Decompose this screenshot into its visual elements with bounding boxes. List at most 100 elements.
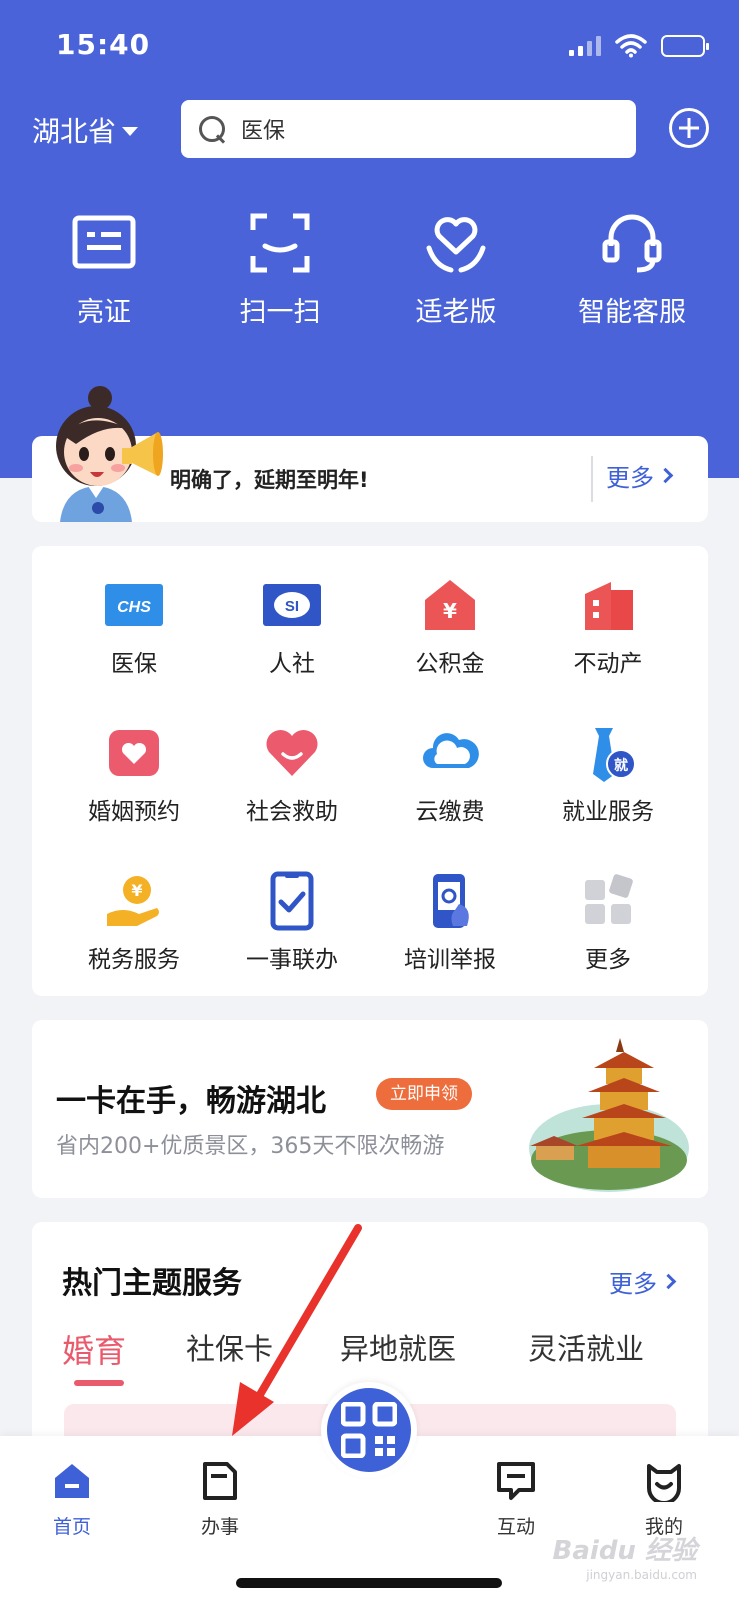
service-label: 婚姻预约 [88,799,180,825]
signal-icon [569,36,601,56]
baidu-watermark: Baidu 经验 [552,1536,697,1566]
chevron-down-icon [122,126,139,136]
service-label: 一事联办 [246,947,338,973]
battery-icon [661,35,709,57]
status-time: 15:40 [56,28,151,61]
add-button[interactable] [669,108,709,148]
region-label: 湖北省 [32,115,117,148]
service-social-security[interactable]: SI 人社 [213,574,371,678]
svg-text:就: 就 [614,757,628,774]
document-icon [203,1462,237,1500]
search-icon [197,114,227,144]
svg-text:CHS: CHS [117,599,151,616]
service-tax[interactable]: ¥ 税务服务 [55,870,213,974]
quick-action-label: 亮证 [77,297,131,328]
cloud-icon [423,733,479,768]
quick-action-label: 智能客服 [578,297,686,328]
tab-interact[interactable]: 互动 [466,1460,566,1539]
service-training-report[interactable]: 培训举报 [371,870,529,974]
quick-action-label: 扫一扫 [239,297,321,328]
service-label: 培训举报 [404,947,496,973]
service-grid-card: CHS 医保 SI 人社 ¥ 公积金 不动产 婚姻预约 社会救助 云缴费 就 就… [32,546,708,996]
notice-text: 明确了，延期至明年! [170,468,369,492]
scan-frame-icon [250,213,310,273]
service-cloud-payment[interactable]: 云缴费 [371,722,529,826]
baidu-watermark-url: jingyan.baidu.com [586,1568,697,1582]
service-grid: CHS 医保 SI 人社 ¥ 公积金 不动产 婚姻预约 社会救助 云缴费 就 就… [32,574,708,974]
housing-fund-icon: ¥ [425,580,475,630]
service-more[interactable]: 更多 [529,870,687,974]
service-real-estate[interactable]: 不动产 [529,574,687,678]
smile-icon [647,1464,681,1502]
search-placeholder: 医保 [241,119,286,144]
checklist-icon [270,871,314,931]
tab-label: 首页 [52,1516,91,1538]
tab-mine[interactable]: 我的 [614,1460,714,1539]
service-label: 医保 [111,651,157,677]
chs-icon: CHS [105,584,163,626]
quick-actions: 亮证 扫一扫 适老版 智能客服 [0,208,739,329]
tab-home[interactable]: 首页 [22,1460,122,1539]
employment-icon: 就 [593,728,636,782]
tab-label: 互动 [496,1516,535,1538]
headset-icon [602,214,662,273]
service-label: 就业服务 [562,799,654,825]
wifi-icon [615,34,647,58]
tab-label: 办事 [200,1516,239,1538]
service-label: 社会救助 [246,799,338,825]
si-icon: SI [263,584,321,626]
more-grid-icon [585,874,633,924]
notice-divider [591,456,593,502]
hot-topics-title: 热门主题服务 [62,1266,242,1301]
hot-topics-more-link[interactable]: 更多 [609,1264,677,1299]
bottom-tab-bar: 首页 办事 互动 我的 Baidu 经验 jingyan.baidu.com [0,1382,739,1600]
home-icon [55,1464,89,1498]
quick-action-scan[interactable]: 扫一扫 [192,208,368,329]
banner-title: 一卡在手，畅游湖北 [56,1084,326,1119]
tourism-card-banner[interactable]: 一卡在手，畅游湖北 立即申领 省内200+优质景区，365天不限次畅游 [32,1020,708,1198]
chevron-right-icon [657,467,674,484]
service-label: 公积金 [415,651,485,677]
svg-text:¥: ¥ [443,599,457,623]
home-indicator [236,1578,502,1588]
topic-tabs: 婚育 社保卡 异地就医 灵活就业 [62,1326,658,1372]
mascot-avatar [56,386,163,522]
qr-code-icon [341,1402,397,1458]
tab-social-security-card[interactable]: 社保卡 [186,1326,340,1372]
tab-tasks[interactable]: 办事 [170,1460,270,1539]
service-one-stop[interactable]: 一事联办 [213,870,371,974]
tab-marriage-childbirth[interactable]: 婚育 [62,1326,186,1372]
chat-icon [497,1462,535,1500]
notice-more-link[interactable]: 更多 [606,458,696,493]
service-label: 云缴费 [415,799,485,825]
id-card-icon [72,215,136,269]
real-estate-icon [585,582,633,630]
region-selector[interactable]: 湖北省 [32,110,139,150]
service-housing-fund[interactable]: ¥ 公积金 [371,574,529,678]
status-icons [569,34,709,58]
quick-action-show-id[interactable]: 亮证 [16,208,192,329]
active-tab-indicator [74,1380,124,1386]
service-label: 人社 [269,651,315,677]
service-label: 不动产 [573,651,643,677]
service-medical-insurance[interactable]: CHS 医保 [55,574,213,678]
quick-action-customer-service[interactable]: 智能客服 [544,208,720,329]
service-label: 更多 [585,947,631,973]
phone-report-icon [433,874,469,928]
heart-icon [266,729,318,776]
qr-code-button[interactable] [321,1382,417,1478]
apply-now-badge[interactable]: 立即申领 [376,1078,472,1110]
marriage-icon [109,730,159,776]
quick-action-elder-mode[interactable]: 适老版 [368,208,544,329]
service-social-assistance[interactable]: 社会救助 [213,722,371,826]
tab-remote-medical[interactable]: 异地就医 [340,1326,528,1372]
svg-text:¥: ¥ [131,881,142,900]
status-bar: 15:40 [0,0,739,90]
service-marriage[interactable]: 婚姻预约 [55,722,213,826]
tab-flexible-employment[interactable]: 灵活就业 [528,1326,658,1372]
service-employment[interactable]: 就 就业服务 [529,722,687,826]
service-label: 税务服务 [88,947,180,973]
tax-icon: ¥ [107,876,159,926]
search-input[interactable]: 医保 [181,100,636,158]
chevron-right-icon [660,1273,677,1290]
